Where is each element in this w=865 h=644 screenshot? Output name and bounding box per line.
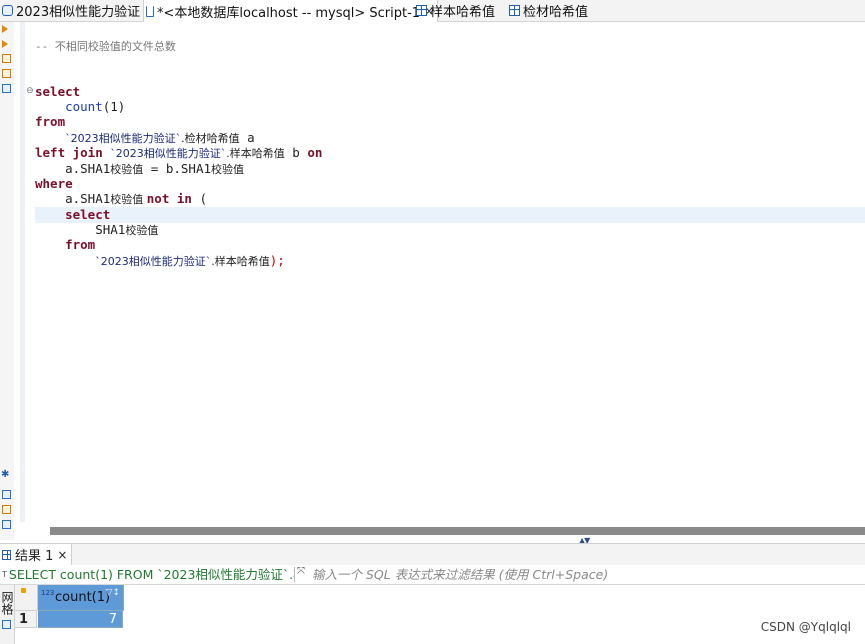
tab-material-hash[interactable]: 检材哈希值 — [507, 0, 588, 21]
tab-script-1[interactable]: *<本地数据库localhost -- mysql> Script-1 × — [143, 0, 439, 22]
save-file-icon[interactable] — [2, 520, 11, 529]
result-grid: 网格 123 count(1) ▽↕ 1 7 — [0, 585, 865, 644]
tab-sample-hash[interactable]: 样本哈希值 — [414, 0, 495, 21]
tab-sample-hash-label: 样本哈希值 — [430, 5, 496, 20]
script-icon — [146, 5, 154, 17]
sql-line-not-in: a.SHA1校验值 not in ( — [65, 191, 207, 206]
table-icon — [2, 549, 11, 560]
filter-sort-icon[interactable]: ▽↕ — [106, 588, 120, 598]
sql-line-sub-from: from — [65, 237, 96, 252]
fold-icon[interactable]: ⊖ — [26, 86, 34, 96]
filter-divider — [294, 567, 295, 582]
tab-connection-label: 2023相似性能力验证 — [16, 5, 141, 20]
tab-material-hash-label: 检材哈希值 — [523, 5, 589, 20]
current-line-highlight — [35, 207, 865, 223]
result-tab-label: 结果 1 — [15, 549, 54, 564]
new-script-icon[interactable] — [2, 490, 11, 499]
editor-tab-bar: 2023相似性能力验证 *<本地数据库localhost -- mysql> S… — [0, 0, 865, 22]
select-all-icon — [21, 588, 26, 593]
expand-icon[interactable]: ⤧ — [297, 566, 305, 577]
sql-line-sub-table: `2023相似性能力验证`.样本哈希值); — [95, 253, 285, 268]
execute-statement-icon[interactable] — [2, 25, 8, 33]
grid-view-label: 网格 — [0, 591, 14, 615]
database-icon — [2, 5, 13, 16]
sql-line-count: count(1) — [65, 99, 126, 114]
gear-icon[interactable]: ✱ — [1, 470, 10, 480]
sql-line-sub-select: select — [65, 207, 111, 222]
sql-line-from-table: `2023相似性能力验证`.检材哈希值 a — [65, 130, 255, 145]
sql-line-on-condition: a.SHA1校验值 = b.SHA1校验值 — [65, 161, 244, 176]
editor-horizontal-scrollbar[interactable] — [50, 527, 865, 535]
grid-view-switcher[interactable]: 网格 — [0, 585, 15, 644]
filter-input[interactable]: 输入一个 SQL 表达式来过滤结果 (使用 Ctrl+Space) — [312, 565, 608, 584]
grid-icon[interactable] — [2, 620, 11, 629]
sql-comment-line: -- 不相同校验值的文件总数 — [35, 40, 176, 53]
results-tab-bar: 结果 1 × — [0, 543, 865, 566]
explain-plan-icon[interactable] — [2, 54, 11, 63]
watermark: CSDN @Yqlqlql — [760, 620, 851, 634]
numeric-type-icon: 123 — [41, 589, 55, 597]
column-header-label: count(1) — [55, 590, 111, 605]
load-plan-icon[interactable] — [2, 69, 11, 78]
result-sql-preview[interactable]: T SELECT count(1) FROM `2023相似性能力验证`.检材 — [2, 565, 294, 584]
column-header-count[interactable]: 123 count(1) ▽↕ — [38, 585, 124, 611]
export-icon[interactable] — [2, 84, 11, 93]
tab-script-label: *<本地数据库localhost -- mysql> Script-1 — [157, 5, 421, 21]
editor-side-toolbar: ✱ — [0, 22, 14, 540]
sql-line-sub-column: SHA1校验值 — [95, 222, 159, 237]
sql-line-select: select — [35, 84, 81, 99]
row-number[interactable]: 1 — [15, 611, 37, 628]
sql-line-where: where — [35, 176, 73, 191]
tab-connection[interactable]: 2023相似性能力验证 — [0, 0, 140, 21]
sql-line-left-join: left join `2023相似性能力验证`.样本哈希值 b on — [35, 145, 323, 160]
execute-script-icon[interactable] — [2, 40, 8, 48]
editor-ruler — [20, 22, 25, 522]
table-icon — [416, 5, 427, 16]
sql-line-from: from — [35, 114, 66, 129]
table-icon — [509, 5, 520, 16]
sql-type-icon: T — [2, 570, 7, 579]
tab-result-1[interactable]: 结果 1 × — [0, 544, 73, 565]
open-file-icon[interactable] — [2, 505, 11, 514]
result-filter-bar: T SELECT count(1) FROM `2023相似性能力验证`.检材 ⤧… — [0, 565, 865, 585]
grid-corner[interactable] — [15, 585, 38, 611]
close-icon[interactable]: × — [57, 548, 67, 562]
sql-editor[interactable]: -- 不相同校验值的文件总数 ⊖ select count(1) from `2… — [26, 22, 865, 522]
result-cell[interactable]: 7 — [38, 611, 123, 628]
